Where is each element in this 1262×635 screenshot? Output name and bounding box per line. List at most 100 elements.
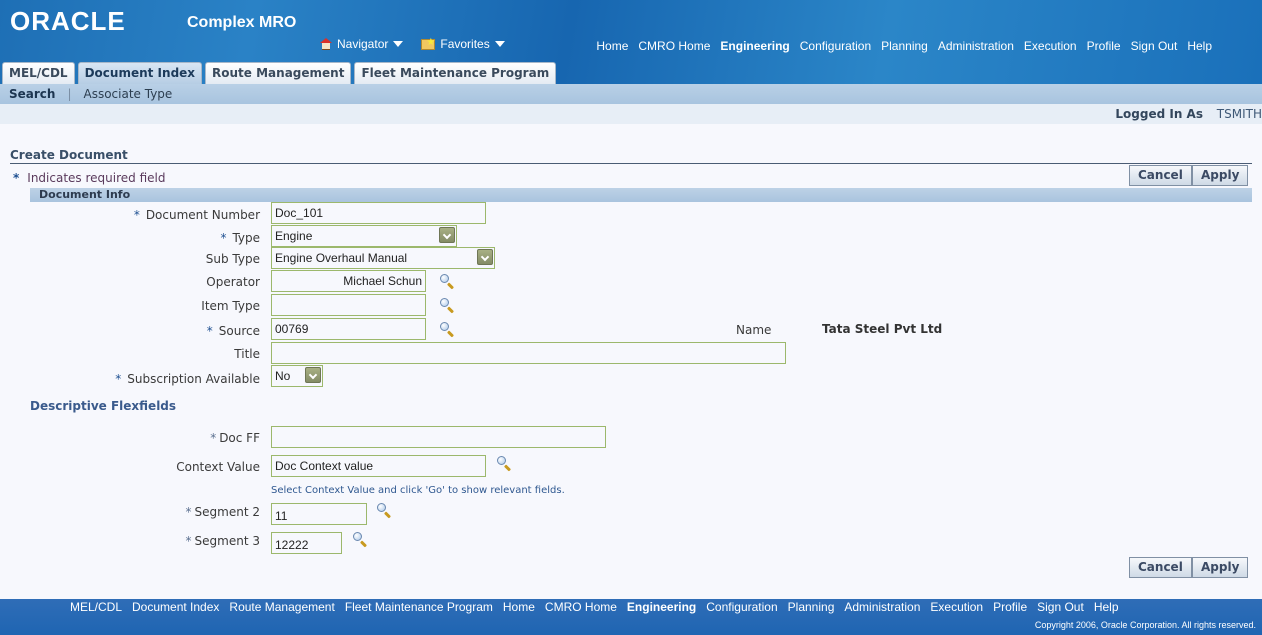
apply-button-top[interactable]: Apply — [1192, 165, 1249, 186]
search-icon[interactable] — [439, 273, 455, 290]
search-icon[interactable] — [376, 502, 392, 519]
footer-link-route-management[interactable]: Route Management — [229, 600, 334, 614]
segment3-label: * Segment 3 — [185, 534, 260, 548]
footer: MEL/CDL Document Index Route Management … — [0, 599, 1262, 635]
title-input[interactable] — [271, 342, 786, 364]
global-link-planning[interactable]: Planning — [881, 39, 928, 53]
subscription-label: * Subscription Available — [115, 372, 260, 386]
context-value-input[interactable]: Doc Context value — [271, 455, 486, 477]
global-link-configuration[interactable]: Configuration — [800, 39, 871, 53]
footer-link-cmro-home[interactable]: CMRO Home — [545, 600, 617, 614]
footer-link-planning[interactable]: Planning — [788, 600, 835, 614]
logged-in-info: Logged In As TSMITH — [1115, 107, 1262, 121]
chevron-down-icon — [494, 41, 505, 47]
global-links: Home CMRO Home Engineering Configuration… — [596, 39, 1212, 53]
chevron-down-icon — [439, 227, 455, 243]
footer-link-profile[interactable]: Profile — [993, 600, 1027, 614]
favorites-folder-icon — [421, 37, 436, 50]
required-star-icon: * — [185, 505, 192, 519]
global-link-administration[interactable]: Administration — [938, 39, 1014, 53]
global-link-engineering[interactable]: Engineering — [720, 39, 789, 53]
search-icon[interactable] — [352, 531, 368, 548]
source-label: * Source — [206, 324, 260, 338]
tab-fleet-maintenance-program[interactable]: Fleet Maintenance Program — [354, 62, 557, 84]
apply-button-bottom[interactable]: Apply — [1192, 557, 1249, 578]
source-name-value: Tata Steel Pvt Ltd — [822, 322, 943, 336]
user-info-bar — [0, 104, 1262, 124]
doc-ff-label: * Doc FF — [210, 431, 260, 445]
search-icon[interactable] — [439, 321, 455, 338]
global-link-cmro-home[interactable]: CMRO Home — [638, 39, 710, 53]
sub-type-label: Sub Type — [205, 252, 260, 266]
footer-link-sign-out[interactable]: Sign Out — [1037, 600, 1084, 614]
document-number-input[interactable]: Doc_101 — [271, 202, 486, 224]
search-icon[interactable] — [496, 455, 512, 472]
document-number-label: * Document Number — [133, 208, 260, 222]
required-note-text: Indicates required field — [27, 171, 166, 185]
footer-link-fleet-maintenance-program[interactable]: Fleet Maintenance Program — [345, 600, 493, 614]
chevron-down-icon — [477, 249, 493, 265]
home-icon — [320, 38, 332, 50]
title-divider — [10, 163, 1252, 164]
app-title: Complex MRO — [187, 14, 297, 31]
chevron-down-icon — [393, 41, 404, 47]
operator-input[interactable]: Michael Schun — [271, 270, 426, 292]
tab-mel-cdl[interactable]: MEL/CDL — [2, 62, 75, 84]
source-name-label: Name — [736, 323, 772, 337]
footer-link-document-index[interactable]: Document Index — [132, 600, 219, 614]
item-type-label: Item Type — [201, 299, 260, 313]
tab-document-index[interactable]: Document Index — [77, 62, 203, 84]
subtab-associate-type[interactable]: Associate Type — [84, 87, 173, 101]
footer-link-configuration[interactable]: Configuration — [706, 600, 777, 614]
footer-link-help[interactable]: Help — [1094, 600, 1119, 614]
search-icon[interactable] — [439, 297, 455, 314]
segment3-input[interactable]: 12222 — [271, 532, 342, 554]
page-title: Create Document — [10, 148, 128, 162]
subtab-bar: Search | Associate Type — [0, 84, 1262, 104]
header-banner: ORACLE Complex MRO Navigator Favorites H… — [0, 0, 1262, 84]
title-label: Title — [234, 347, 260, 361]
main-tabs: MEL/CDL Document Index Route Management … — [2, 62, 557, 84]
global-link-sign-out[interactable]: Sign Out — [1131, 39, 1178, 53]
required-star-icon: * — [206, 324, 213, 338]
logged-in-username: TSMITH — [1216, 107, 1262, 121]
footer-links: MEL/CDL Document Index Route Management … — [70, 600, 1119, 614]
sub-type-select[interactable]: Engine Overhaul Manual — [271, 247, 495, 269]
type-select[interactable]: Engine — [271, 225, 457, 247]
global-link-help[interactable]: Help — [1187, 39, 1212, 53]
cancel-button-bottom[interactable]: Cancel — [1129, 557, 1192, 578]
item-type-input[interactable] — [271, 294, 426, 316]
required-star-icon: * — [220, 231, 227, 245]
required-star-icon: * — [115, 372, 122, 386]
tab-route-management[interactable]: Route Management — [205, 62, 352, 84]
global-link-profile[interactable]: Profile — [1087, 39, 1121, 53]
subtab-search[interactable]: Search — [9, 87, 55, 101]
segment2-input[interactable]: 11 — [271, 503, 367, 525]
footer-link-administration[interactable]: Administration — [844, 600, 920, 614]
document-info-header: Document Info — [30, 188, 1252, 202]
context-value-label: Context Value — [176, 460, 260, 474]
required-field-note: * Indicates required field — [13, 171, 165, 185]
footer-link-engineering[interactable]: Engineering — [627, 600, 696, 614]
global-link-execution[interactable]: Execution — [1024, 39, 1077, 53]
cancel-button-top[interactable]: Cancel — [1129, 165, 1192, 186]
global-link-home[interactable]: Home — [596, 39, 628, 53]
operator-label: Operator — [206, 275, 260, 289]
doc-ff-input[interactable] — [271, 426, 606, 448]
favorites-label: Favorites — [440, 37, 490, 51]
footer-link-execution[interactable]: Execution — [930, 600, 983, 614]
subscription-select[interactable]: No — [271, 365, 323, 387]
navigator-menu[interactable]: Navigator — [320, 37, 404, 51]
navigator-label: Navigator — [337, 37, 389, 51]
required-star-icon: * — [133, 208, 140, 222]
flexfields-title: Descriptive Flexfields — [30, 399, 177, 413]
segment2-label: * Segment 2 — [185, 505, 260, 519]
favorites-menu[interactable]: Favorites — [421, 37, 505, 51]
chevron-down-icon — [305, 367, 321, 383]
source-input[interactable]: 00769 — [271, 318, 426, 340]
footer-link-mel-cdl[interactable]: MEL/CDL — [70, 600, 122, 614]
required-star-icon: * — [13, 171, 20, 185]
footer-link-home[interactable]: Home — [503, 600, 535, 614]
nav-menus: Navigator Favorites — [320, 37, 505, 51]
copyright-text: Copyright 2006, Oracle Corporation. All … — [1034, 620, 1256, 630]
